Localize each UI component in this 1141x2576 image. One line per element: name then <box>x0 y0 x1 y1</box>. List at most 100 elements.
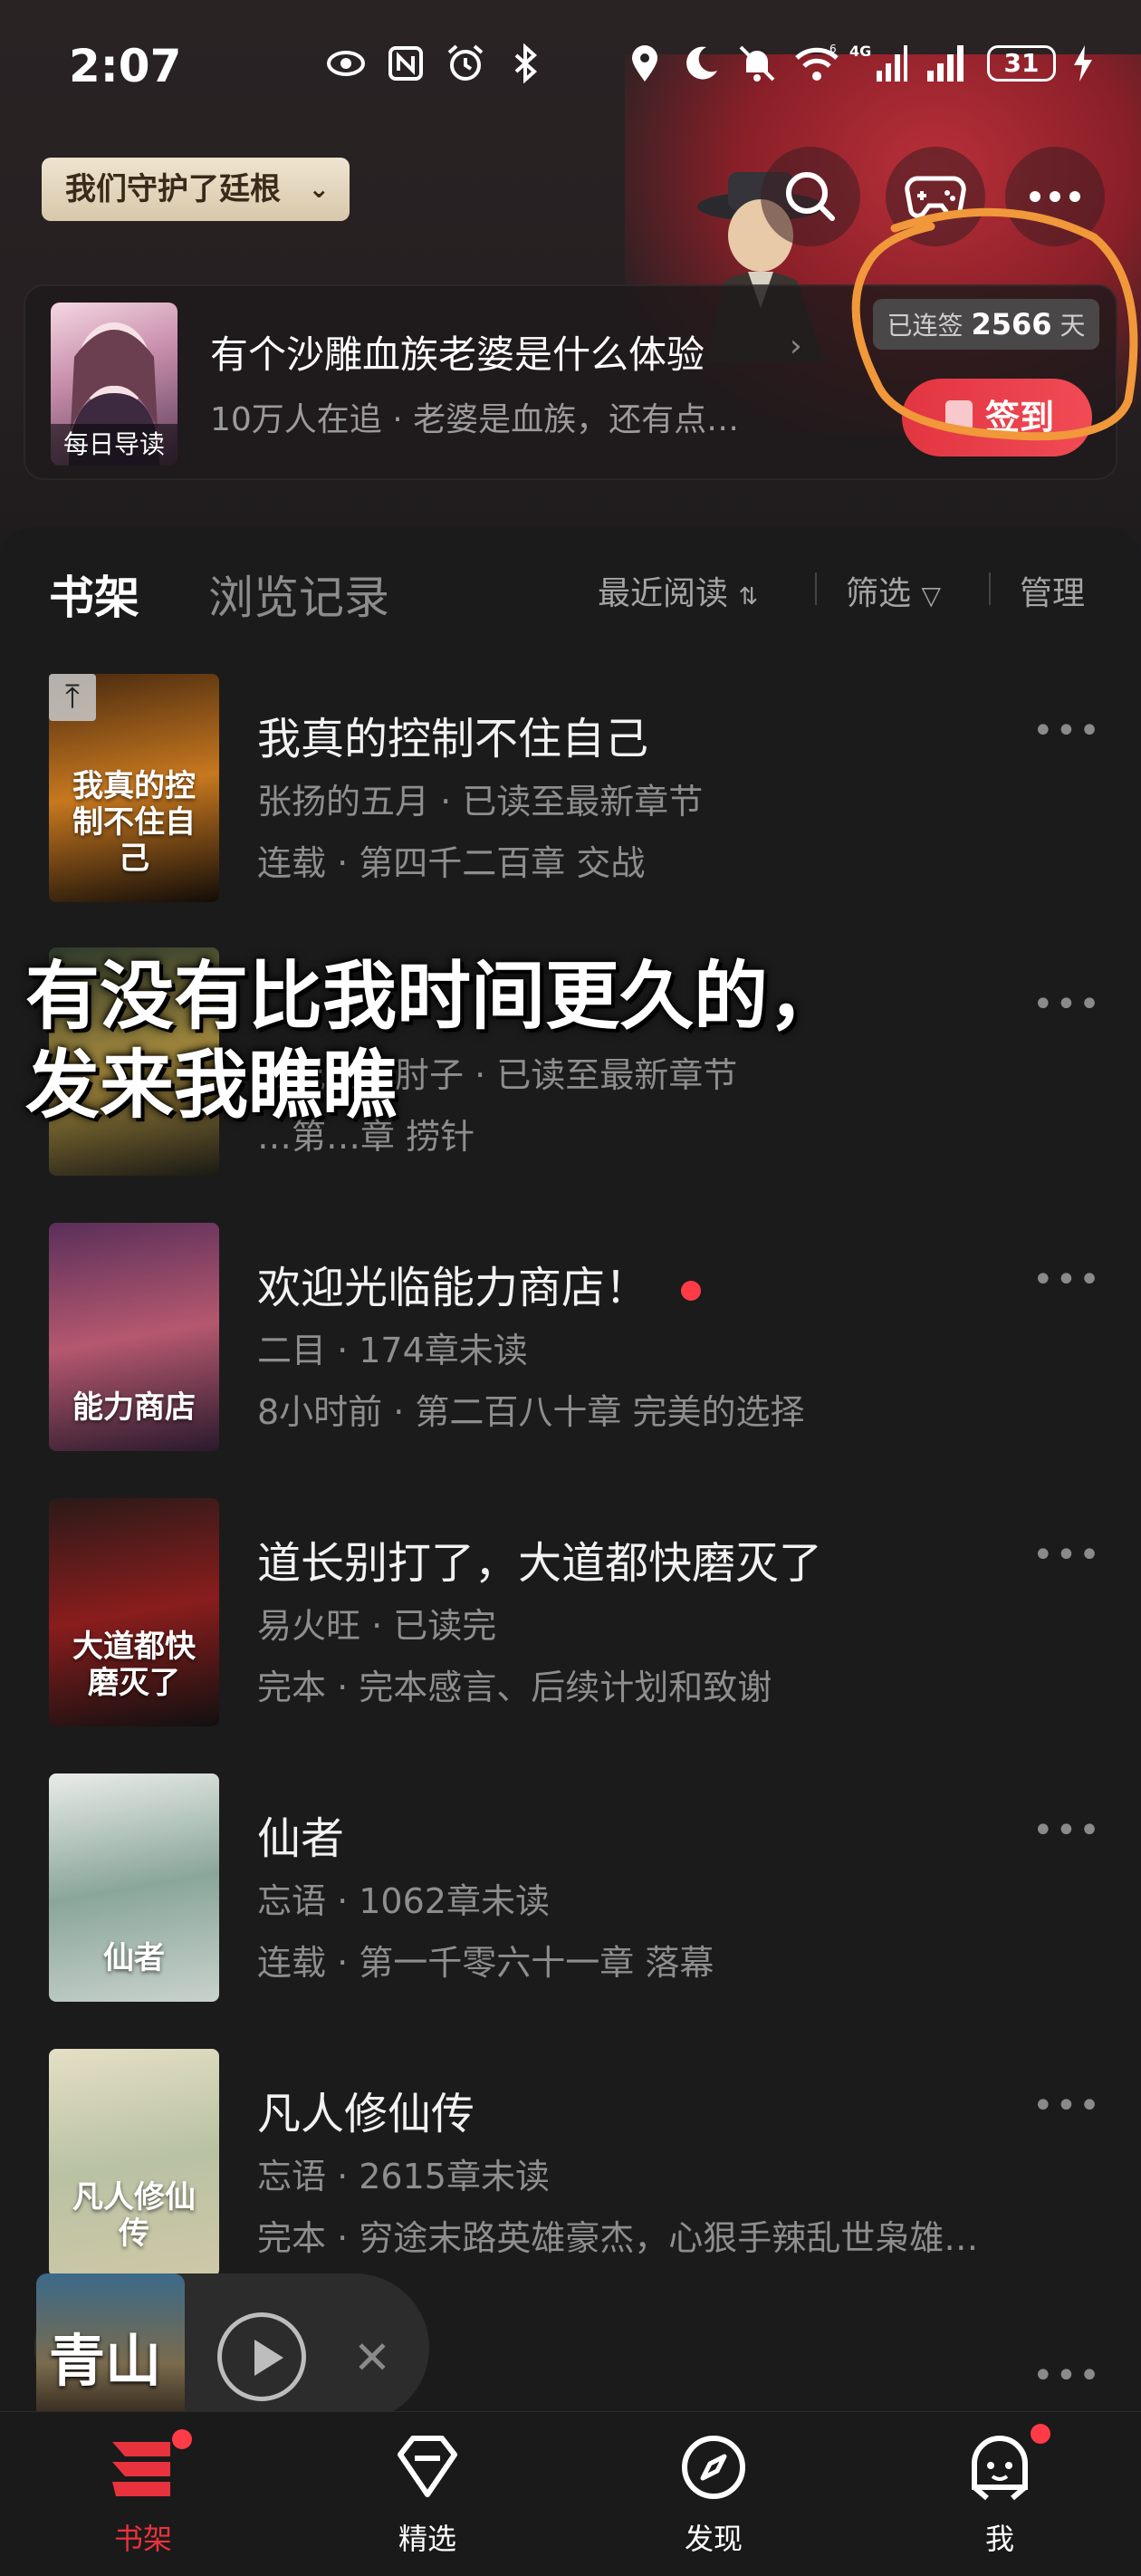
divider <box>815 572 817 605</box>
alarm-icon <box>446 43 485 83</box>
nav-badge-dot <box>172 2429 192 2449</box>
diamond-icon <box>391 2431 464 2504</box>
book-more-icon[interactable]: ••• <box>1032 710 1102 752</box>
daily-book-meta: 10万人在追 · 老婆是血族，还有点… <box>210 401 740 438</box>
status-bar: 2:07 6 4G 31 <box>0 0 1141 136</box>
book-author-progress: 易火旺 · 已读完 <box>257 1606 497 1646</box>
book-latest-chapter: 完本 · 穷途末路英雄豪杰，心狠手辣乱世枭雄… <box>257 2218 979 2258</box>
nav-badge-dot <box>1031 2424 1050 2444</box>
book-row[interactable]: 能力商店 欢迎光临能力商店！ 二目 · 174章未读 8小时前 · 第二百八十章 完美… <box>0 1223 1141 1467</box>
cellular-signal-icon: 4G <box>849 43 907 83</box>
book-author-progress: 忘语 · 1062章未读 <box>257 1881 550 1921</box>
play-icon <box>254 2340 283 2376</box>
svg-text:6: 6 <box>829 43 837 55</box>
book-row[interactable]: 大道都快磨灭了 道长别打了，大道都快磨灭了易火旺 · 已读完完本 · 完本感言、后… <box>0 1498 1141 1743</box>
tab-history[interactable]: 浏览记录 <box>208 562 389 627</box>
daily-book-title: 有个沙雕血族老婆是什么体验 <box>210 332 705 377</box>
overlay-caption: 有没有比我时间更久的， 发来我瞧瞧 <box>25 953 842 1130</box>
book-cover-text: 仙者 <box>103 1940 165 1976</box>
book-more-icon[interactable]: ••• <box>1032 984 1102 1025</box>
charging-icon <box>1072 43 1094 83</box>
nav-discover[interactable]: 发现 <box>641 2431 786 2567</box>
book-more-icon[interactable]: ••• <box>1032 2355 1102 2397</box>
book-latest-chapter: 连载 · 第一千零六十一章 落幕 <box>257 1943 714 1983</box>
mini-player-cover[interactable]: 青山 <box>36 2273 185 2424</box>
profile-icon <box>964 2424 1050 2504</box>
filter-button[interactable]: 筛选 ▽ <box>846 567 941 614</box>
nav-profile-label: 我 <box>984 2522 1014 2556</box>
nav-featured[interactable]: 精选 <box>355 2431 500 2567</box>
book-cover[interactable]: 仙者 <box>49 1773 219 2002</box>
overlay-caption-line-2: 发来我瞧瞧 <box>25 1043 398 1129</box>
book-row[interactable]: 我真的控制不住自己 ⤒ 我真的控制不住自己 张扬的五月 · 已读至最新章节 连载 · 第… <box>0 674 1141 918</box>
book-title: 道长别打了，大道都快磨灭了 <box>257 1527 822 1591</box>
book-row[interactable]: 凡人修仙传 凡人修仙传 忘语 · 2615章未读 完本 · 穷途末路英雄豪杰，心狠手辣… <box>0 2049 1141 2293</box>
sort-label: 最近阅读 <box>598 575 729 612</box>
nav-featured-label: 精选 <box>398 2522 456 2556</box>
status-icons-right: 6 4G 31 <box>625 43 1094 83</box>
bookshelf-icon <box>107 2429 192 2504</box>
play-button[interactable] <box>217 2312 306 2401</box>
pin-top-icon: ⤒ <box>49 674 96 721</box>
divider <box>989 572 991 605</box>
book-cover[interactable]: 能力商店 <box>49 1223 219 1451</box>
sort-recent-button[interactable]: 最近阅读 ⇅ <box>598 567 758 614</box>
book-title-text: 我真的控制不住自己 <box>257 714 649 764</box>
book-cover-text: 凡人修仙传 <box>72 2179 196 2252</box>
book-title-text: 凡人修仙传 <box>257 2089 475 2139</box>
book-title-text: 欢迎光临能力商店！ <box>257 1263 649 1313</box>
nav-discover-label: 发现 <box>684 2522 743 2556</box>
filter-label: 筛选 <box>846 575 912 612</box>
book-more-icon[interactable]: ••• <box>1032 1810 1102 1851</box>
book-cover-text: 大道都快磨灭了 <box>72 1629 196 1701</box>
book-title-text: 仙者 <box>257 1813 345 1864</box>
hand-drawn-annotation <box>851 207 1138 441</box>
chevron-down-icon: ⌄ <box>308 174 330 204</box>
tab-bookshelf[interactable]: 书架 <box>49 562 139 627</box>
book-latest-chapter: 完本 · 完本感言、后续计划和致谢 <box>257 1668 772 1707</box>
nav-bookshelf[interactable]: 书架 <box>71 2429 216 2567</box>
book-latest-chapter: 8小时前 · 第二百八十章 完美的选择 <box>257 1392 805 1432</box>
book-more-icon[interactable]: ••• <box>1032 1534 1102 1576</box>
close-player-icon[interactable]: ✕ <box>353 2331 391 2384</box>
daily-book-cover: 每日导读 <box>51 303 177 466</box>
book-cover-text: 我真的控制不住自己 <box>72 768 196 877</box>
tab-bookshelf-label: 书架 <box>49 572 139 624</box>
bluetooth-icon <box>505 43 545 84</box>
compass-icon <box>677 2431 750 2504</box>
book-cover[interactable]: 凡人修仙传 <box>49 2049 219 2277</box>
book-more-icon[interactable]: ••• <box>1032 2085 1102 2127</box>
eye-icon <box>326 43 366 83</box>
book-more-icon[interactable]: ••• <box>1032 1259 1102 1301</box>
battery-indicator: 31 <box>987 45 1056 82</box>
book-title: 凡人修仙传 <box>257 2078 475 2141</box>
sort-arrows-icon: ⇅ <box>738 583 759 610</box>
status-time: 2:07 <box>69 40 182 92</box>
book-title: 仙者 <box>257 1802 344 1866</box>
book-title: 我真的控制不住自己 <box>257 703 648 766</box>
manage-button[interactable]: 管理 <box>1020 567 1085 614</box>
nav-profile[interactable]: 我 <box>927 2424 1072 2567</box>
guard-chip-button[interactable]: 我们守护了廷根 ⌄ <box>42 158 350 221</box>
daily-cover-label: 每日导读 <box>51 424 177 466</box>
overlay-caption-line-1: 有没有比我时间更久的， <box>25 954 843 1040</box>
book-cover[interactable]: 大道都快磨灭了 <box>49 1498 219 1726</box>
book-cover-text: 能力商店 <box>72 1389 196 1426</box>
book-latest-chapter: 连载 · 第四千二百章 交战 <box>257 843 646 883</box>
chevron-right-icon: › <box>790 328 802 364</box>
filter-funnel-icon: ▽ <box>921 581 942 610</box>
book-author-progress: 二目 · 174章未读 <box>257 1331 528 1370</box>
book-title-text: 道长别打了，大道都快磨灭了 <box>257 1538 823 1589</box>
search-icon <box>786 172 835 221</box>
status-icons-left <box>326 43 545 84</box>
guard-chip-label: 我们守护了廷根 <box>65 171 281 207</box>
update-dot <box>681 1281 702 1301</box>
nfc-icon <box>386 43 426 83</box>
wifi-icon: 6 <box>793 43 839 83</box>
mute-bell-icon <box>737 43 777 83</box>
nav-bookshelf-label: 书架 <box>113 2522 172 2556</box>
svg-text:4G: 4G <box>849 43 871 60</box>
book-author-progress: 忘语 · 2615章未读 <box>257 2157 550 2196</box>
mini-cover-text: 青山 <box>49 2328 162 2394</box>
book-row[interactable]: 仙者 仙者 忘语 · 1062章未读 连载 · 第一千零六十一章 落幕 ••• <box>0 1773 1141 2018</box>
